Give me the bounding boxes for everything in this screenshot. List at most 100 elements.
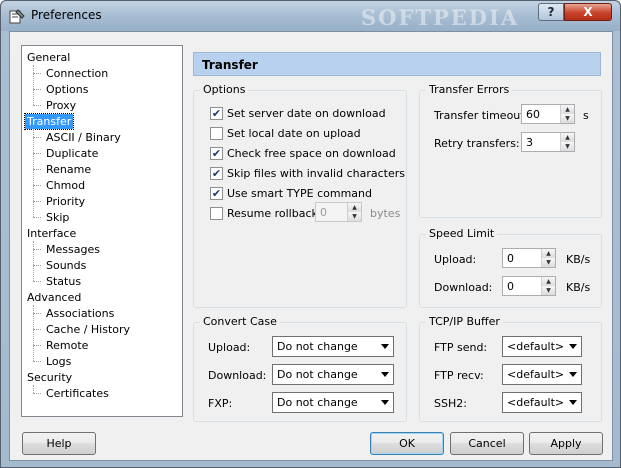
- tree-item-remote[interactable]: Remote: [44, 338, 90, 353]
- ftp-send-label: FTP send:: [434, 341, 488, 354]
- tree-item-general[interactable]: General: [25, 50, 72, 65]
- set-server-date-checkbox[interactable]: ✔: [210, 107, 223, 120]
- case-upload-select[interactable]: Do not change: [272, 336, 394, 357]
- spin-down-icon[interactable]: ▼: [561, 142, 574, 151]
- chevron-down-icon: [381, 400, 389, 405]
- tree-item-rename[interactable]: Rename: [44, 162, 93, 177]
- title-bar[interactable]: Preferences SOFTPEDIA ? X: [1, 1, 620, 31]
- dialog-body: General Connection Options Proxy Transfer ASC…: [9, 31, 613, 461]
- tree-item-advanced[interactable]: Advanced: [25, 290, 83, 305]
- skip-invalid-checkbox[interactable]: ✔: [210, 167, 223, 180]
- check-free-space-checkbox[interactable]: ✔: [210, 147, 223, 160]
- skip-invalid-label: Skip files with invalid characters: [227, 167, 405, 180]
- tree-item-status[interactable]: Status: [44, 274, 83, 289]
- chevron-down-icon: [381, 372, 389, 377]
- title-help-button[interactable]: ?: [538, 3, 564, 21]
- tree-connector: [33, 361, 41, 362]
- chevron-down-icon: [381, 344, 389, 349]
- speed-limit-title: Speed Limit: [426, 227, 498, 240]
- ftp-recv-select[interactable]: <default>: [502, 364, 582, 385]
- resume-rollback-checkbox[interactable]: [210, 207, 223, 220]
- tree-item-associations[interactable]: Associations: [44, 306, 116, 321]
- case-upload-label: Upload:: [208, 341, 251, 354]
- tree-item-duplicate[interactable]: Duplicate: [44, 146, 100, 161]
- spin-down-icon[interactable]: ▼: [561, 114, 574, 123]
- tree-connector: [33, 169, 41, 170]
- speed-download-spinner[interactable]: 0 ▲ ▼: [502, 276, 556, 296]
- chevron-down-icon: [569, 344, 577, 349]
- check-free-space-label: Check free space on download: [227, 147, 396, 160]
- tree-connector: [33, 201, 41, 202]
- chevron-down-icon: [569, 400, 577, 405]
- speed-upload-value: 0: [507, 252, 514, 265]
- set-local-date-checkbox[interactable]: [210, 127, 223, 140]
- resume-rollback-spinner[interactable]: 0 ▲ ▼: [315, 202, 362, 222]
- speed-upload-label: Upload:: [434, 253, 477, 266]
- speed-download-label: Download:: [434, 281, 493, 294]
- category-tree[interactable]: General Connection Options Proxy Transfer ASC…: [21, 45, 183, 417]
- spin-down-icon[interactable]: ▼: [542, 258, 555, 267]
- tree-item-security[interactable]: Security: [25, 370, 74, 385]
- tree-item-sounds[interactable]: Sounds: [44, 258, 88, 273]
- tree-connector: [33, 153, 41, 154]
- convert-case-group: Convert Case Upload: Do not change Downl…: [193, 315, 407, 422]
- spin-up-icon[interactable]: ▲: [348, 203, 361, 212]
- apply-button[interactable]: Apply: [529, 432, 603, 455]
- ssh2-label: SSH2:: [434, 397, 467, 410]
- speed-limit-group: Speed Limit Upload: 0 ▲ ▼ KB/s Download:…: [419, 227, 602, 308]
- case-fxp-select[interactable]: Do not change: [272, 392, 394, 413]
- tree-item-skip[interactable]: Skip: [44, 210, 71, 225]
- tree-item-certificates[interactable]: Certificates: [44, 386, 111, 401]
- transfer-timeout-spinner[interactable]: 60 ▲ ▼: [521, 104, 575, 124]
- tree-connector: [33, 185, 41, 186]
- close-button[interactable]: X: [564, 3, 612, 21]
- speed-upload-spinner[interactable]: 0 ▲ ▼: [502, 248, 556, 268]
- retry-transfers-label: Retry transfers:: [434, 137, 520, 150]
- tree-connector: [33, 105, 41, 106]
- tree-item-messages[interactable]: Messages: [44, 242, 102, 257]
- speed-download-value: 0: [507, 280, 514, 293]
- tree-item-connection[interactable]: Connection: [44, 66, 110, 81]
- spin-up-icon[interactable]: ▲: [561, 133, 574, 142]
- tree-item-transfer[interactable]: Transfer: [23, 113, 75, 130]
- transfer-errors-title: Transfer Errors: [426, 83, 513, 96]
- smart-type-checkbox[interactable]: ✔: [210, 187, 223, 200]
- ssh2-select[interactable]: <default>: [502, 392, 582, 413]
- tree-item-options[interactable]: Options: [44, 82, 90, 97]
- tree-connector: [33, 313, 41, 314]
- resume-rollback-label: Resume rollback:: [227, 207, 322, 220]
- tree-connector: [33, 89, 41, 90]
- tree-item-logs[interactable]: Logs: [44, 354, 73, 369]
- tree-connector: [33, 241, 34, 281]
- tree-connector: [33, 73, 41, 74]
- tcp-buffer-group: TCP/IP Buffer FTP send: <default> FTP re…: [419, 315, 602, 422]
- case-download-select[interactable]: Do not change: [272, 364, 394, 385]
- ok-button[interactable]: OK: [370, 432, 444, 455]
- spin-down-icon[interactable]: ▼: [542, 286, 555, 295]
- spin-up-icon[interactable]: ▲: [542, 277, 555, 286]
- help-button[interactable]: Help: [22, 432, 96, 455]
- tree-connector: [33, 137, 41, 138]
- spin-down-icon[interactable]: ▼: [348, 212, 361, 221]
- cancel-button[interactable]: Cancel: [450, 432, 524, 455]
- window-title: Preferences: [31, 8, 102, 22]
- convert-case-title: Convert Case: [200, 315, 280, 328]
- options-group: Options ✔ Set server date on download Se…: [193, 83, 407, 308]
- spin-up-icon[interactable]: ▲: [561, 105, 574, 114]
- ftp-send-select[interactable]: <default>: [502, 336, 582, 357]
- tree-item-priority[interactable]: Priority: [44, 194, 87, 209]
- tree-item-interface[interactable]: Interface: [25, 226, 78, 241]
- speed-download-unit: KB/s: [566, 281, 591, 294]
- set-server-date-label: Set server date on download: [227, 107, 386, 120]
- spin-up-icon[interactable]: ▲: [542, 249, 555, 258]
- retry-transfers-spinner[interactable]: 3 ▲ ▼: [521, 132, 575, 152]
- case-fxp-label: FXP:: [208, 397, 233, 410]
- tree-item-chmod[interactable]: Chmod: [44, 178, 87, 193]
- tree-item-ascii-binary[interactable]: ASCII / Binary: [44, 130, 123, 145]
- transfer-errors-group: Transfer Errors Transfer timeout: 60 ▲ ▼…: [419, 83, 602, 218]
- preferences-icon: [9, 9, 25, 24]
- tree-item-cache-history[interactable]: Cache / History: [44, 322, 132, 337]
- tree-item-proxy[interactable]: Proxy: [44, 98, 78, 113]
- tree-connector: [33, 329, 41, 330]
- tree-connector: [33, 393, 41, 394]
